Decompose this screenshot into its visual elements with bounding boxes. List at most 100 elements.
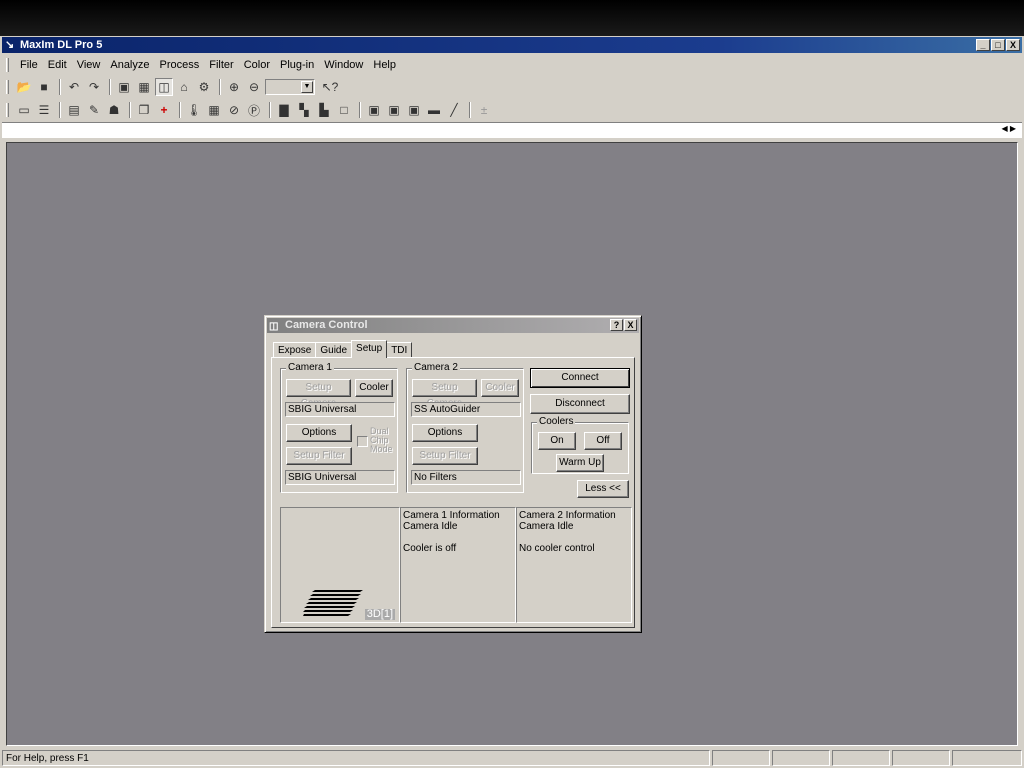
camera1-info-cooler: Cooler is off	[403, 543, 457, 554]
open-icon[interactable]: 📂	[15, 78, 33, 96]
dialog-tabs: Expose Guide Setup TDI	[273, 340, 413, 358]
disconnect-button[interactable]: Disconnect	[530, 394, 630, 414]
scroll-arrows-icon[interactable]: ◀ ▶	[1001, 124, 1016, 133]
image-icon[interactable]: ▣	[115, 78, 133, 96]
filter-wheel-icon[interactable]: ⊘	[225, 101, 243, 119]
camera1-info-title: Camera 1 Information	[403, 510, 500, 521]
levels-icon[interactable]: ▚	[295, 101, 313, 119]
connect-button[interactable]: Connect	[530, 368, 630, 388]
camera2-setup-camera-button[interactable]: Setup Camera	[412, 379, 477, 409]
toolbar-grip[interactable]	[6, 80, 9, 94]
cooler-off-button[interactable]: Off	[584, 432, 622, 450]
menu-analyze[interactable]: Analyze	[105, 56, 154, 74]
observatory-icon[interactable]: ⌂	[175, 78, 193, 96]
curves-icon[interactable]: ▙	[315, 101, 333, 119]
camera1-info-pane: Camera 1 Information Camera Idle Cooler …	[400, 507, 516, 623]
zoom-out-icon[interactable]: ⊖	[245, 78, 263, 96]
zoom-select[interactable]: ▼	[265, 79, 315, 95]
camera1-filter-field: SBIG Universal	[285, 470, 395, 485]
less-button[interactable]: Less <<	[577, 480, 629, 498]
toolbar-separator	[179, 102, 181, 118]
bin-icon[interactable]: ▣	[365, 101, 383, 119]
camera1-cooler-button[interactable]: Cooler	[355, 379, 393, 397]
rotate-icon[interactable]: ▣	[405, 101, 423, 119]
menu-filter[interactable]: Filter	[204, 56, 238, 74]
menu-color[interactable]: Color	[239, 56, 275, 74]
coolers-group: Coolers On Off Warm Up	[531, 416, 629, 474]
preview-logo-text: 3D[1]	[364, 608, 395, 620]
camera2-options-button[interactable]: Options	[412, 424, 478, 442]
minimize-button[interactable]: _	[976, 39, 990, 51]
help-context-icon[interactable]: ↖?	[321, 78, 339, 96]
status-pane	[952, 750, 1022, 766]
crosshair-icon[interactable]: +	[155, 101, 173, 119]
menu-bar: File Edit View Analyze Process Filter Co…	[2, 56, 1022, 74]
camera1-setup-filter-button[interactable]: Setup Filter	[286, 447, 352, 465]
menu-process[interactable]: Process	[155, 56, 205, 74]
camera2-model-field: SS AutoGuider	[411, 402, 521, 417]
screen-stretch-icon[interactable]: ▦	[135, 78, 153, 96]
coolers-legend: Coolers	[537, 416, 576, 428]
camera-control-icon: ◫	[269, 321, 279, 332]
grid-icon[interactable]: ▦	[205, 101, 223, 119]
ruler-icon[interactable]: ▭	[15, 101, 33, 119]
menubar-grip[interactable]	[6, 58, 9, 72]
preview-pane: 3D[1]	[280, 507, 400, 623]
dialog-close-button[interactable]: X	[624, 319, 637, 331]
crop-icon[interactable]: □	[335, 101, 353, 119]
tools-toolbar: ▭ ☰ ▤ ✎ ☗ ❐ + 🌡 ▦ ⊘ Ⓟ ▇ ▚ ▙ □ ▣ ▣ ▣ ▬ ╱ …	[2, 99, 1022, 121]
toolbar-separator	[59, 79, 61, 95]
toolbar-separator	[269, 102, 271, 118]
camera-control-icon[interactable]: ◫	[155, 78, 173, 96]
flip-icon[interactable]: ▣	[385, 101, 403, 119]
undo-icon[interactable]: ↶	[65, 78, 83, 96]
process-icon[interactable]: ☗	[105, 101, 123, 119]
camera1-options-button[interactable]: Options	[286, 424, 352, 442]
tab-guide[interactable]: Guide	[315, 342, 353, 358]
menu-help[interactable]: Help	[368, 56, 401, 74]
camera2-info-cooler: No cooler control	[519, 543, 595, 554]
save-icon[interactable]: ■	[35, 78, 53, 96]
curve-icon[interactable]: ╱	[445, 101, 463, 119]
camera2-cooler-button[interactable]: Cooler	[481, 379, 519, 397]
toolbar-separator	[59, 102, 61, 118]
tab-tdi[interactable]: TDI	[386, 342, 413, 358]
setup-panel: Camera 1 Setup Camera Cooler SBIG Univer…	[271, 357, 635, 628]
chevron-down-icon[interactable]: ▼	[301, 81, 313, 93]
calibrate-icon[interactable]: ✎	[85, 101, 103, 119]
redo-icon[interactable]: ↷	[85, 78, 103, 96]
status-pane	[832, 750, 890, 766]
menu-file[interactable]: File	[15, 56, 43, 74]
menu-edit[interactable]: Edit	[43, 56, 72, 74]
close-button[interactable]: X	[1006, 39, 1020, 51]
camera2-info-state: Camera Idle	[519, 521, 574, 532]
dialog-title-bar[interactable]: ◫ Camera Control ? X	[267, 318, 639, 333]
tab-expose[interactable]: Expose	[273, 342, 317, 358]
histogram-icon[interactable]: ▇	[275, 101, 293, 119]
analyze-icon[interactable]: ▤	[65, 101, 83, 119]
filter-icon[interactable]: Ⓟ	[245, 101, 263, 119]
camera1-legend: Camera 1	[286, 362, 334, 374]
warm-up-button[interactable]: Warm Up	[556, 454, 604, 472]
camera1-setup-camera-button[interactable]: Setup Camera	[286, 379, 351, 409]
menu-view[interactable]: View	[72, 56, 106, 74]
menu-window[interactable]: Window	[319, 56, 368, 74]
tab-setup[interactable]: Setup	[351, 340, 388, 358]
toolbar-grip[interactable]	[6, 103, 9, 117]
camera2-setup-filter-button[interactable]: Setup Filter	[412, 447, 478, 465]
cooler-on-button[interactable]: On	[538, 432, 576, 450]
stack-icon[interactable]: ☰	[35, 101, 53, 119]
dialog-help-button[interactable]: ?	[610, 319, 623, 331]
toolbar-separator	[129, 102, 131, 118]
maximize-button[interactable]: □	[991, 39, 1005, 51]
dual-chip-checkbox[interactable]	[357, 436, 368, 447]
menu-plugin[interactable]: Plug-in	[275, 56, 319, 74]
stacked-lines-logo	[303, 590, 363, 616]
line-icon[interactable]: ▬	[425, 101, 443, 119]
status-bar: For Help, press F1	[2, 750, 1022, 766]
copy-icon[interactable]: ❐	[135, 101, 153, 119]
zoom-in-icon[interactable]: ⊕	[225, 78, 243, 96]
thermometer-icon[interactable]: 🌡	[185, 101, 203, 119]
plusminus-icon[interactable]: ±	[475, 101, 493, 119]
settings-icon[interactable]: ⚙	[195, 78, 213, 96]
